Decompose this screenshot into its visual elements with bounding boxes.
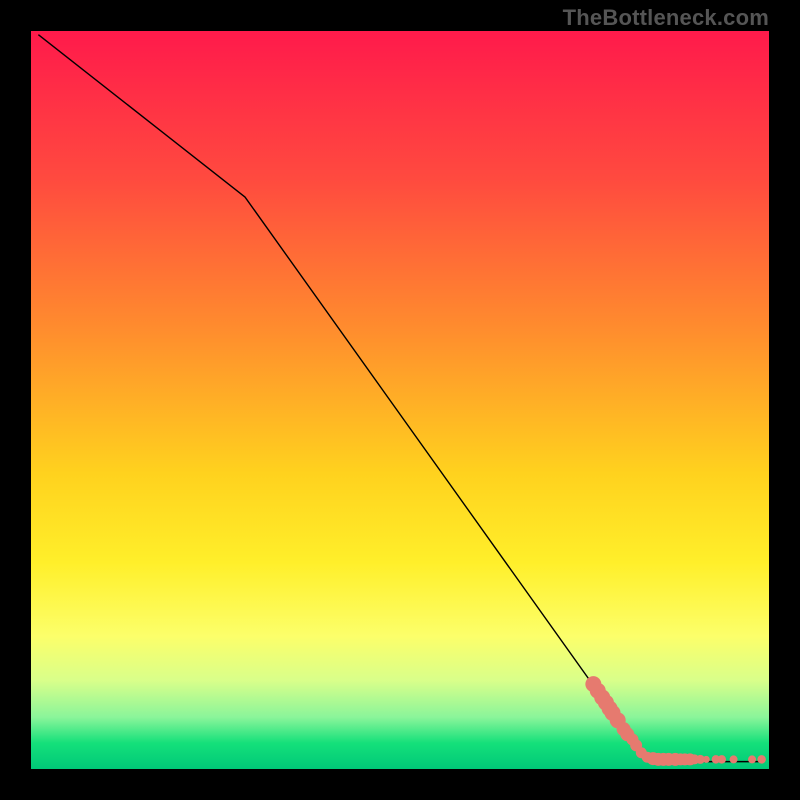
marker bbox=[730, 755, 738, 763]
chart-svg bbox=[31, 31, 769, 769]
marker bbox=[748, 755, 756, 763]
marker bbox=[718, 755, 727, 764]
gradient-bg bbox=[31, 31, 769, 769]
marker bbox=[757, 755, 766, 764]
plot-area bbox=[31, 31, 769, 769]
marker bbox=[703, 756, 710, 763]
watermark-text: TheBottleneck.com bbox=[563, 5, 769, 31]
chart-frame: TheBottleneck.com bbox=[0, 0, 800, 800]
